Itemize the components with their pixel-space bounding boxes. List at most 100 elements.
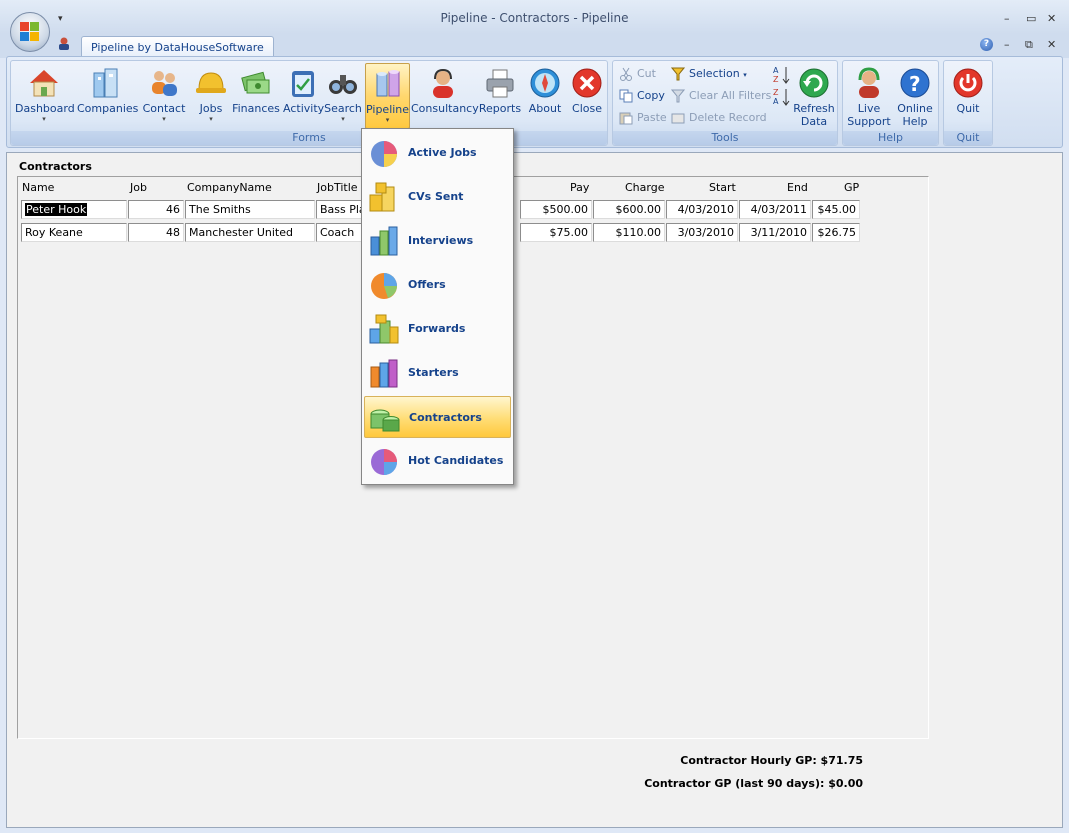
pipeline-button[interactable]: Pipeline ▾ — [365, 63, 410, 129]
copy-icon — [619, 89, 633, 103]
office-button[interactable] — [10, 12, 50, 52]
cell-name[interactable]: Roy Keane — [21, 223, 127, 242]
consultancy-button[interactable]: Consultancy — [411, 63, 479, 129]
office-logo-icon — [20, 22, 40, 42]
contact-button[interactable]: Contact ▾ — [139, 63, 189, 129]
compass-icon — [529, 67, 561, 99]
svg-text:Z: Z — [773, 75, 779, 84]
menu-item-cvs-sent[interactable]: CVs Sent — [364, 176, 511, 218]
cell-job[interactable]: 48 — [128, 223, 184, 242]
hourly-gp-summary: Contractor Hourly GP: $71.75 — [680, 754, 863, 767]
dropdown-arrow-icon: ▾ — [385, 116, 390, 124]
dashboard-button[interactable]: Dashboard ▾ — [15, 63, 75, 129]
help-group: Live Support ? Online Help Help — [842, 60, 939, 146]
selection-button[interactable]: Selection ▾ — [670, 67, 747, 85]
menu-item-contractors[interactable]: Contractors — [364, 396, 511, 438]
cell-job[interactable]: 46 — [128, 200, 184, 219]
sort-descending-button[interactable]: ZA — [773, 87, 795, 106]
cylinders-icon — [372, 68, 404, 100]
forms-group-label: Forms — [11, 131, 607, 145]
paste-button[interactable]: Paste — [619, 111, 667, 129]
cut-button[interactable]: Cut — [619, 67, 656, 85]
help-group-label: Help — [843, 131, 938, 145]
cell-charge[interactable]: $600.00 — [593, 200, 665, 219]
mdi-minimize-icon[interactable]: – — [1004, 38, 1010, 51]
menu-item-offers[interactable]: Offers — [364, 264, 511, 306]
quit-button[interactable]: Quit — [947, 63, 989, 129]
headset-person-icon — [427, 67, 459, 99]
sort-ascending-button[interactable]: AZ — [773, 65, 795, 84]
about-button[interactable]: About — [523, 63, 567, 129]
gp-90-days-summary: Contractor GP (last 90 days): $0.00 — [644, 777, 863, 790]
cell-name[interactable]: Peter Hook — [21, 200, 127, 219]
column-header-jobtitle: JobTitle — [317, 181, 358, 194]
cell-company[interactable]: The Smiths — [185, 200, 315, 219]
companies-button[interactable]: Companies — [77, 63, 138, 129]
people-icon — [148, 67, 180, 99]
cell-pay[interactable]: $500.00 — [520, 200, 592, 219]
window-title: Pipeline - Contractors - Pipeline — [440, 11, 629, 25]
menu-item-hot-candidates[interactable]: Hot Candidates — [364, 440, 511, 482]
quit-group: Quit Quit — [943, 60, 993, 146]
power-icon — [952, 67, 984, 99]
cell-charge[interactable]: $110.00 — [593, 223, 665, 242]
refresh-icon — [798, 67, 830, 99]
minimize-icon[interactable]: – — [1004, 12, 1010, 25]
menu-item-active-jobs[interactable]: Active Jobs — [364, 132, 511, 174]
ribbon: Dashboard ▾ Companies Contact ▾ Jobs ▾ F… — [6, 56, 1063, 148]
menu-item-interviews[interactable]: Interviews — [364, 220, 511, 262]
cell-company[interactable]: Manchester United — [185, 223, 315, 242]
clipboard-icon — [287, 67, 319, 99]
printer-icon — [484, 67, 516, 99]
cell-gp[interactable]: $26.75 — [812, 223, 860, 242]
cell-pay[interactable]: $75.00 — [520, 223, 592, 242]
cell-jobtitle[interactable]: Coach — [316, 223, 366, 242]
refresh-data-button[interactable]: Refresh Data — [793, 63, 835, 129]
jobs-button[interactable]: Jobs ▾ — [191, 63, 231, 129]
online-help-button[interactable]: ? Online Help — [893, 63, 937, 129]
forms-group: Dashboard ▾ Companies Contact ▾ Jobs ▾ F… — [10, 60, 608, 146]
column-header-company: CompanyName — [187, 181, 272, 194]
cell-start[interactable]: 4/03/2010 — [666, 200, 738, 219]
dropdown-arrow-icon: ▾ — [162, 115, 166, 123]
tab-pipeline-by-datahousesoftware[interactable]: Pipeline by DataHouseSoftware — [81, 36, 274, 58]
clear-all-filters-button[interactable]: Clear All Filters — [670, 89, 771, 107]
menu-item-forwards[interactable]: Forwards — [364, 308, 511, 350]
scissors-icon — [619, 67, 633, 81]
cell-jobtitle[interactable]: Bass Play — [316, 200, 366, 219]
bar-chart-icon — [368, 225, 400, 257]
cell-end[interactable]: 4/03/2011 — [739, 200, 811, 219]
mdi-restore-icon[interactable]: ⧉ — [1025, 38, 1033, 52]
dropdown-arrow-icon: ▾ — [341, 115, 345, 123]
user-icon[interactable] — [57, 36, 71, 50]
menu-item-starters[interactable]: Starters — [364, 352, 511, 394]
pie-chart-purple-icon — [368, 445, 400, 477]
title-bar: Pipeline - Contractors - Pipeline ▾ – ▭ … — [0, 0, 1069, 34]
close-button[interactable]: Close — [567, 63, 607, 129]
cell-gp[interactable]: $45.00 — [812, 200, 860, 219]
reports-button[interactable]: Reports — [477, 63, 523, 129]
close-window-icon[interactable]: ✕ — [1047, 12, 1056, 25]
svg-text:?: ? — [909, 72, 921, 96]
activity-button[interactable]: Activity — [283, 63, 324, 129]
column-header-charge: Charge — [625, 181, 665, 194]
copy-button[interactable]: Copy — [619, 89, 665, 107]
column-header-job: Job — [130, 181, 147, 194]
support-agent-icon — [853, 67, 885, 99]
help-icon[interactable]: ? — [980, 38, 993, 51]
maximize-icon[interactable]: ▭ — [1026, 12, 1036, 25]
green-cylinders-icon — [369, 402, 401, 434]
cell-start[interactable]: 3/03/2010 — [666, 223, 738, 242]
buildings-icon — [90, 67, 122, 99]
quick-access-dropdown-icon[interactable]: ▾ — [58, 14, 63, 24]
yellow-boxes-icon — [368, 181, 400, 213]
live-support-button[interactable]: Live Support — [845, 63, 893, 129]
house-icon — [28, 67, 60, 99]
delete-record-button[interactable]: Delete Record — [671, 111, 767, 129]
search-button[interactable]: Search ▾ — [323, 63, 363, 129]
finances-button[interactable]: Finances — [231, 63, 281, 129]
cell-end[interactable]: 3/11/2010 — [739, 223, 811, 242]
binoculars-icon — [327, 67, 359, 99]
contractors-form: Contractors Name Job CompanyName JobTitl… — [6, 152, 1063, 828]
mdi-close-icon[interactable]: ✕ — [1047, 38, 1056, 51]
